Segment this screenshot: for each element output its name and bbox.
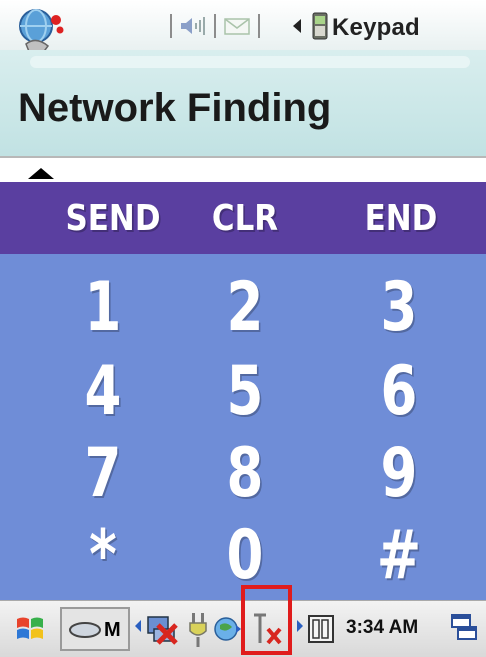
- input-mode-label: M: [104, 619, 121, 641]
- input-method-button[interactable]: M: [60, 607, 130, 651]
- taskbar: M 3:34 AM: [0, 600, 486, 657]
- key-7[interactable]: 7: [45, 434, 162, 513]
- key-5[interactable]: 5: [187, 352, 304, 431]
- left-arrow-icon[interactable]: [292, 18, 302, 34]
- send-key[interactable]: SEND: [49, 198, 178, 239]
- top-status-bar: Keypad: [0, 0, 486, 55]
- clock[interactable]: 3:34 AM: [346, 617, 418, 639]
- keyboard-panel-icon[interactable]: [306, 613, 336, 645]
- right-arrow-icon[interactable]: [296, 619, 304, 633]
- windows-stack-icon[interactable]: [448, 611, 480, 645]
- key-0[interactable]: 0: [187, 516, 304, 595]
- key-6[interactable]: 6: [341, 352, 458, 431]
- separator: [258, 14, 260, 38]
- function-key-row: SEND CLR END: [0, 182, 486, 254]
- title-bar: Network Finding: [0, 50, 486, 156]
- signal-off-icon[interactable]: [248, 609, 288, 649]
- separator: [170, 14, 172, 38]
- globe-icon[interactable]: [212, 613, 242, 645]
- scroll-strip: [0, 158, 486, 182]
- separator: [214, 14, 216, 38]
- network-disconnected-icon[interactable]: [144, 611, 180, 647]
- title-gloss: [30, 56, 470, 68]
- key-hash[interactable]: #: [341, 516, 458, 595]
- key-star[interactable]: *: [45, 516, 162, 595]
- clear-key[interactable]: CLR: [181, 198, 310, 239]
- key-1[interactable]: 1: [45, 268, 162, 347]
- phone-icon: [312, 12, 328, 40]
- keypad-label[interactable]: Keypad: [332, 14, 420, 42]
- key-8[interactable]: 8: [187, 434, 304, 513]
- key-2[interactable]: 2: [187, 268, 304, 347]
- page-title: Network Finding: [18, 86, 332, 130]
- key-9[interactable]: 9: [341, 434, 458, 513]
- power-plug-icon[interactable]: [186, 609, 212, 649]
- up-arrow-icon[interactable]: [28, 168, 54, 179]
- mail-icon[interactable]: [222, 15, 252, 37]
- keyboard-icon: [69, 622, 101, 638]
- left-arrow-icon[interactable]: [134, 619, 142, 633]
- key-4[interactable]: 4: [45, 352, 162, 431]
- status-icons: [170, 12, 260, 40]
- volume-icon[interactable]: [178, 15, 208, 37]
- start-windows-icon[interactable]: [14, 613, 46, 645]
- number-pad: 1 2 3 4 5 6 7 8 9 * 0 #: [0, 254, 486, 600]
- end-key[interactable]: END: [337, 198, 466, 239]
- key-3[interactable]: 3: [341, 268, 458, 347]
